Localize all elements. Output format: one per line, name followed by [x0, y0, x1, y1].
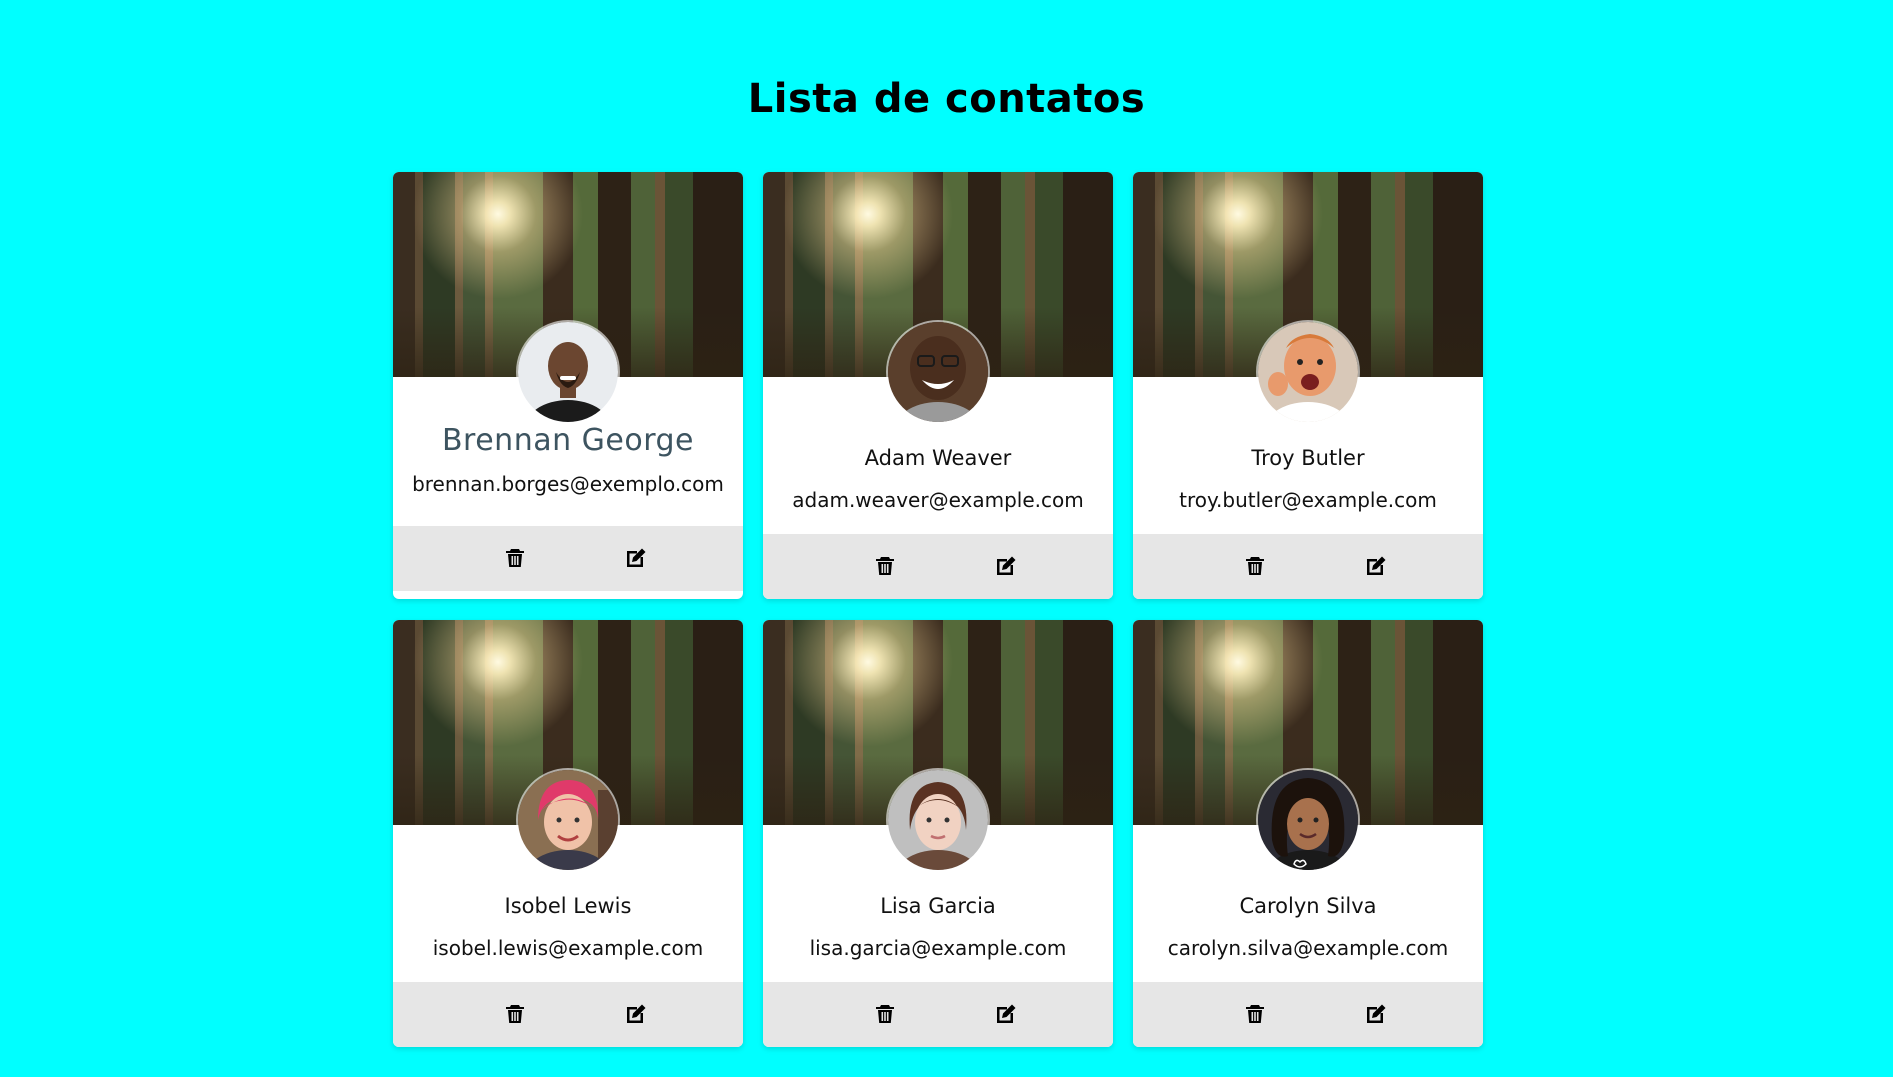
- contact-card: Brennan George brennan.borges@exemplo.co…: [393, 172, 743, 599]
- contact-card: Troy Butler troy.butler@example.com: [1133, 172, 1483, 599]
- contact-avatar: [888, 770, 988, 870]
- contact-avatar: [1258, 770, 1358, 870]
- contact-email: brennan.borges@exemplo.com: [412, 472, 724, 496]
- edit-icon: [627, 1004, 646, 1023]
- contact-name: Lisa Garcia: [880, 894, 996, 918]
- card-actions: [393, 526, 743, 591]
- edit-button[interactable]: [1364, 1002, 1388, 1026]
- card-actions: [1133, 982, 1483, 1047]
- edit-icon: [997, 1004, 1016, 1023]
- contact-name: Brennan George: [441, 423, 695, 458]
- edit-button[interactable]: [1364, 554, 1388, 578]
- delete-button[interactable]: [503, 546, 527, 570]
- trash-icon: [1246, 557, 1264, 575]
- delete-button[interactable]: [873, 1002, 897, 1026]
- edit-icon: [1367, 556, 1386, 575]
- contact-avatar: [518, 770, 618, 870]
- card-actions: [1133, 534, 1483, 599]
- edit-icon: [627, 548, 646, 567]
- delete-button[interactable]: [503, 1002, 527, 1026]
- delete-button[interactable]: [1243, 554, 1267, 578]
- contact-email: lisa.garcia@example.com: [809, 936, 1067, 960]
- contact-avatar: [888, 322, 988, 422]
- trash-icon: [1246, 1005, 1264, 1023]
- contact-name: Troy Butler: [1251, 446, 1365, 470]
- contact-card: Isobel Lewis isobel.lewis@example.com: [393, 620, 743, 1047]
- trash-icon: [506, 549, 524, 567]
- contact-name: Carolyn Silva: [1239, 894, 1377, 918]
- contact-card: Carolyn Silva carolyn.silva@example.com: [1133, 620, 1483, 1047]
- edit-button[interactable]: [994, 554, 1018, 578]
- trash-icon: [506, 1005, 524, 1023]
- trash-icon: [876, 1005, 894, 1023]
- contact-email: isobel.lewis@example.com: [432, 936, 704, 960]
- contacts-page: Lista de contatos Brennan George brennan…: [0, 0, 1893, 1077]
- contact-name: Adam Weaver: [864, 446, 1012, 470]
- edit-icon: [1367, 1004, 1386, 1023]
- contact-card: Lisa Garcia lisa.garcia@example.com: [763, 620, 1113, 1047]
- delete-button[interactable]: [873, 554, 897, 578]
- contact-email: carolyn.silva@example.com: [1167, 936, 1449, 960]
- contact-email: adam.weaver@example.com: [792, 488, 1084, 512]
- page-title: Lista de contatos: [747, 76, 1146, 122]
- card-actions: [763, 534, 1113, 599]
- contact-avatar: [1258, 322, 1358, 422]
- contact-avatar: [518, 322, 618, 422]
- edit-icon: [997, 556, 1016, 575]
- card-actions: [393, 982, 743, 1047]
- trash-icon: [876, 557, 894, 575]
- contact-card: Adam Weaver adam.weaver@example.com: [763, 172, 1113, 599]
- edit-button[interactable]: [624, 546, 648, 570]
- contact-name: Isobel Lewis: [504, 894, 632, 918]
- edit-button[interactable]: [994, 1002, 1018, 1026]
- delete-button[interactable]: [1243, 1002, 1267, 1026]
- card-actions: [763, 982, 1113, 1047]
- edit-button[interactable]: [624, 1002, 648, 1026]
- contact-email: troy.butler@example.com: [1179, 488, 1437, 512]
